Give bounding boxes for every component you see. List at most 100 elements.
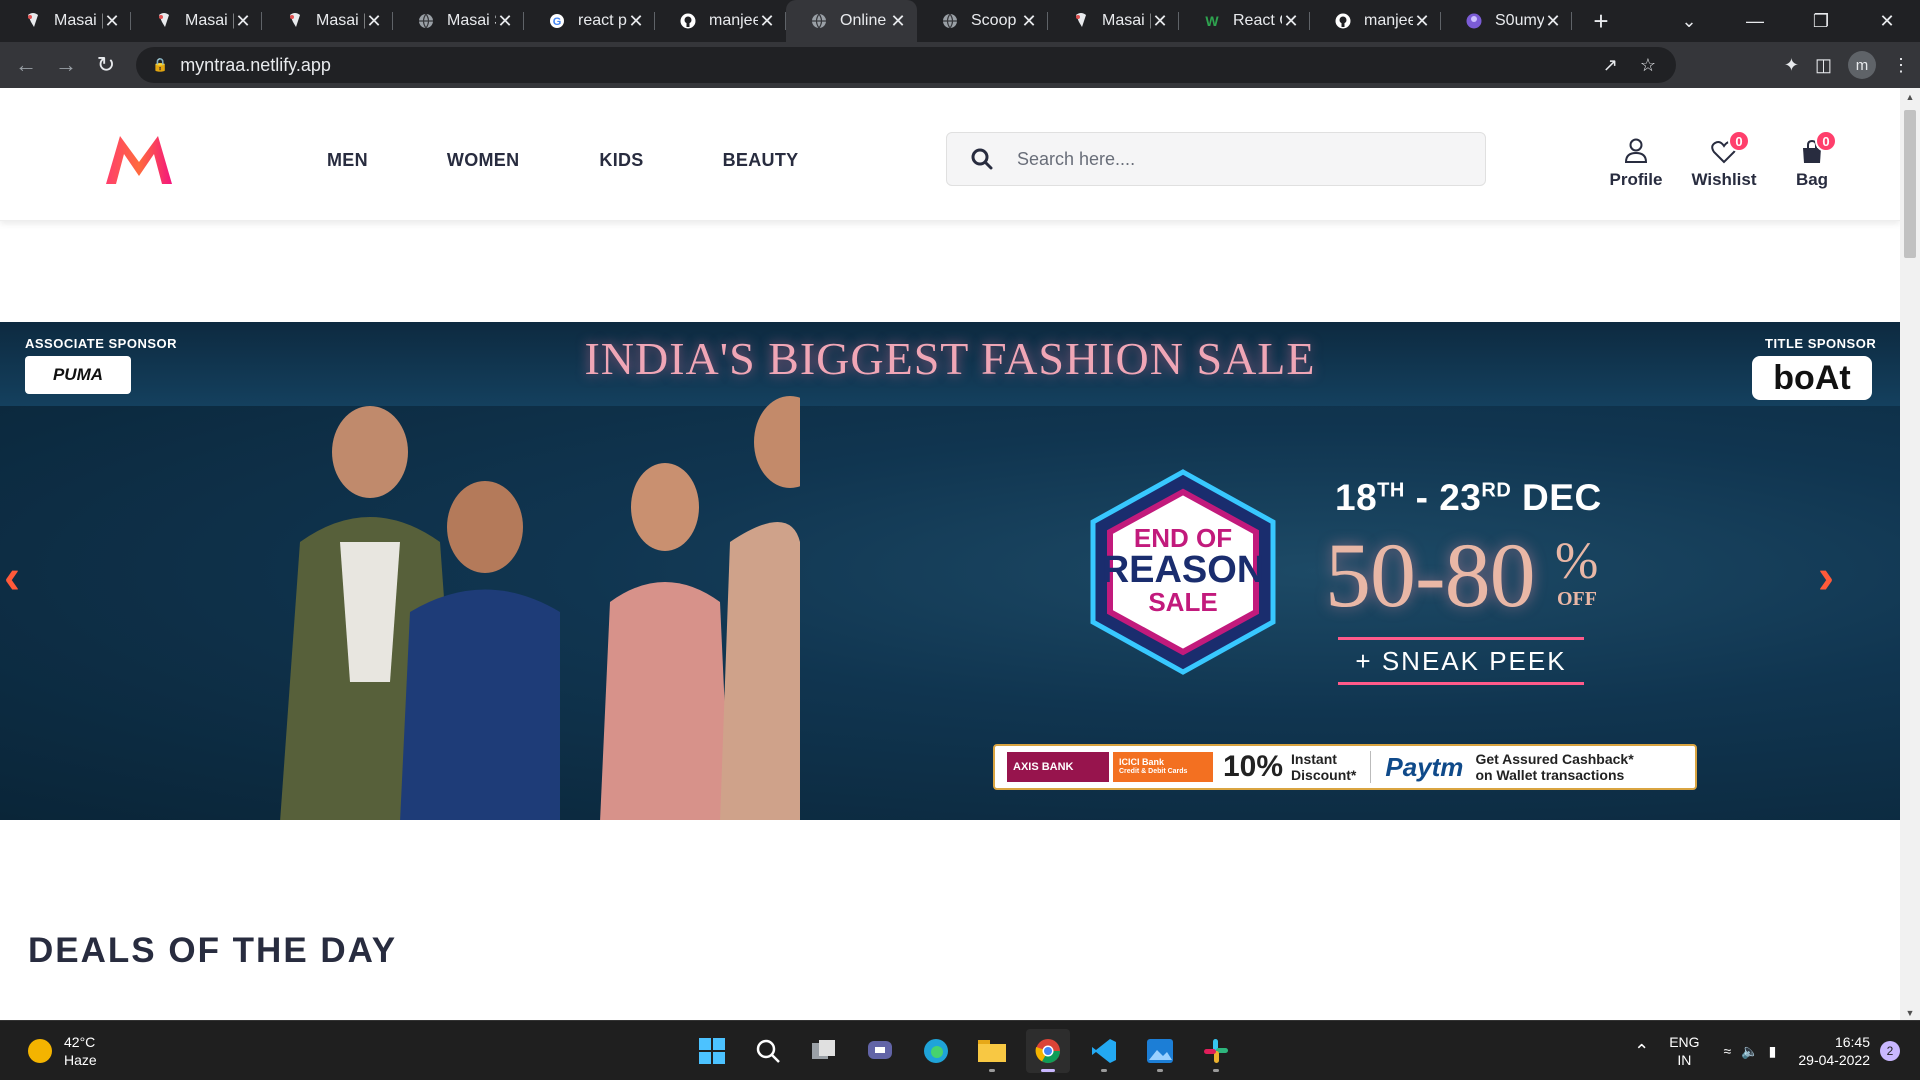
close-tab-icon[interactable]: ✕ <box>365 11 383 32</box>
windows-taskbar: 42°C Haze ⌃ ENG IN ≈ 🔈 ▮ 16:45 29-04-202… <box>0 1020 1920 1080</box>
browser-menu-icon[interactable]: ⋮ <box>1892 55 1910 76</box>
region-code: IN <box>1677 1052 1692 1068</box>
browser-tab[interactable]: manjee ✕ <box>655 0 786 42</box>
close-tab-icon[interactable]: ✕ <box>496 11 514 32</box>
reload-button[interactable]: ↻ <box>86 52 126 78</box>
close-tab-icon[interactable]: ✕ <box>1151 11 1169 32</box>
carousel-next-arrow[interactable]: › <box>1818 550 1834 605</box>
scroll-up-arrow[interactable]: ▲ <box>1900 92 1920 102</box>
start-button[interactable] <box>690 1029 734 1073</box>
nav-link-men[interactable]: MEN <box>327 150 368 171</box>
search-bar[interactable] <box>946 132 1486 186</box>
forward-button[interactable]: → <box>46 52 86 78</box>
svg-text:W: W <box>1205 13 1219 29</box>
scroll-down-arrow[interactable]: ▼ <box>1900 1008 1920 1018</box>
close-tab-icon[interactable]: ✕ <box>758 11 776 32</box>
restore-button[interactable]: ❐ <box>1788 11 1854 32</box>
browser-tab[interactable]: manjee ✕ <box>1310 0 1441 42</box>
browser-tab[interactable]: Online ✕ <box>786 0 917 42</box>
tray-overflow-chevron-icon[interactable]: ⌃ <box>1634 1041 1649 1062</box>
tab-title: S0umya <box>1495 12 1544 29</box>
date-separator: - <box>1404 477 1440 518</box>
vscode-icon[interactable] <box>1082 1029 1126 1073</box>
browser-tab[interactable]: Greact p ✕ <box>524 0 655 42</box>
sale-line-2: REASON <box>1101 549 1265 591</box>
tab-title: Masai S <box>447 12 496 29</box>
browser-profile-avatar[interactable]: m <box>1848 51 1876 79</box>
profile-action[interactable]: Profile <box>1592 130 1680 190</box>
banner-title: INDIA'S BIGGEST FASHION SALE <box>584 333 1316 384</box>
volume-icon[interactable]: 🔈 <box>1741 1043 1758 1060</box>
masai-icon <box>24 12 42 30</box>
share-icon[interactable]: ↗ <box>1603 55 1618 76</box>
search-input[interactable] <box>1017 148 1457 170</box>
browser-tab[interactable]: Masai | ✕ <box>131 0 262 42</box>
close-tab-icon[interactable]: ✕ <box>889 11 907 32</box>
chrome-icon[interactable] <box>1026 1029 1070 1073</box>
extensions-icon[interactable]: ✦ <box>1784 55 1799 76</box>
instant-discount-percent: 10% <box>1223 750 1284 783</box>
language-indicator[interactable]: ENG IN <box>1669 1033 1699 1069</box>
browser-tab[interactable]: Masai S✕ <box>393 0 524 42</box>
browser-tab[interactable]: Scoop ✕ <box>917 0 1048 42</box>
browser-tab[interactable]: S0umya✕ <box>1441 0 1572 42</box>
bank-offer-strip: AXIS BANK ICICI Bank Credit & Debit Card… <box>993 744 1697 790</box>
address-bar[interactable]: 🔒 myntraa.netlify.app ↗ ☆ <box>136 47 1676 83</box>
close-tab-icon[interactable]: ✕ <box>1413 11 1431 32</box>
close-tab-icon[interactable]: ✕ <box>1282 11 1300 32</box>
masai-icon <box>155 12 173 30</box>
search-icon[interactable] <box>947 148 1017 170</box>
page-scrollbar[interactable]: ▲ ▼ <box>1900 88 1920 1020</box>
notification-count-badge[interactable]: 2 <box>1880 1041 1900 1061</box>
clock[interactable]: 16:45 29-04-2022 <box>1798 1033 1870 1069</box>
browser-toolbar: ← → ↻ 🔒 myntraa.netlify.app ↗ ☆ ✦ ◫ m ⋮ <box>0 42 1920 88</box>
lock-icon: 🔒 <box>152 57 169 72</box>
carousel-prev-arrow[interactable]: ‹ <box>4 550 20 605</box>
photos-icon[interactable] <box>1138 1029 1182 1073</box>
task-view-icon[interactable] <box>802 1029 846 1073</box>
tab-search-icon[interactable]: ⌄ <box>1656 11 1722 32</box>
active-indicator <box>1041 1069 1055 1072</box>
close-tab-icon[interactable]: ✕ <box>1544 11 1562 32</box>
side-panel-icon[interactable]: ◫ <box>1815 55 1832 76</box>
wishlist-action[interactable]: Wishlist 0 <box>1680 130 1768 190</box>
close-tab-icon[interactable]: ✕ <box>234 11 252 32</box>
browser-tab[interactable]: W React C✕ <box>1179 0 1310 42</box>
icici-bank-logo: ICICI Bank Credit & Debit Cards <box>1113 752 1213 782</box>
nav-link-kids[interactable]: KIDS <box>599 150 643 171</box>
weather-widget[interactable]: 42°C Haze <box>28 1033 97 1069</box>
back-button[interactable]: ← <box>6 52 46 78</box>
running-indicator <box>1101 1069 1107 1072</box>
close-window-button[interactable]: ✕ <box>1854 11 1920 32</box>
url-text: myntraa.netlify.app <box>180 54 331 75</box>
browser-tab[interactable]: Masai | ✕ <box>1048 0 1179 42</box>
scroll-thumb[interactable] <box>1904 110 1916 258</box>
tab-title: manjee <box>1364 12 1413 29</box>
close-tab-icon[interactable]: ✕ <box>627 11 645 32</box>
taskbar-apps <box>690 1029 1238 1073</box>
browser-tab[interactable]: Masai | ✕ <box>262 0 393 42</box>
date-start-suffix: TH <box>1377 479 1405 502</box>
taskbar-search-icon[interactable] <box>746 1029 790 1073</box>
file-explorer-icon[interactable] <box>970 1029 1014 1073</box>
new-tab-button[interactable]: + <box>1580 6 1622 37</box>
close-tab-icon[interactable]: ✕ <box>103 11 121 32</box>
myntra-logo[interactable] <box>104 132 174 186</box>
edge-icon[interactable] <box>914 1029 958 1073</box>
battery-icon[interactable]: ▮ <box>1769 1043 1777 1060</box>
wifi-icon[interactable]: ≈ <box>1724 1043 1732 1059</box>
nav-link-women[interactable]: WOMEN <box>447 150 520 171</box>
browser-tab[interactable]: Masai | ✕ <box>0 0 131 42</box>
models-photo <box>280 396 800 820</box>
tab-list: Masai |✕Masai |✕Masai |✕Masai S✕Greact p… <box>0 0 1572 42</box>
close-tab-icon[interactable]: ✕ <box>1020 11 1038 32</box>
wishlist-count-badge: 0 <box>1728 130 1750 152</box>
bag-count-badge: 0 <box>1815 130 1837 152</box>
cashback-text: Get Assured Cashback* on Wallet transact… <box>1475 751 1633 783</box>
teams-chat-icon[interactable] <box>858 1029 902 1073</box>
bag-action[interactable]: Bag 0 <box>1768 130 1856 190</box>
minimize-button[interactable]: — <box>1722 11 1788 32</box>
bookmark-star-icon[interactable]: ☆ <box>1640 55 1656 76</box>
slack-icon[interactable] <box>1194 1029 1238 1073</box>
nav-link-beauty[interactable]: BEAUTY <box>723 150 799 171</box>
